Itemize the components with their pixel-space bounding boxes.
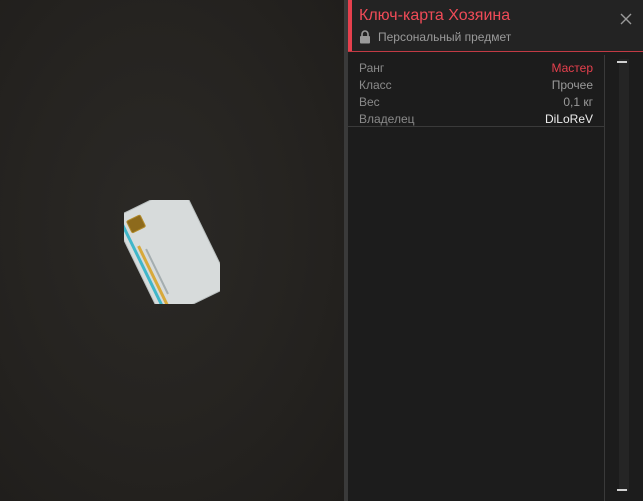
property-label: Класс [359,78,392,92]
item-subtitle: Персональный предмет [359,30,511,44]
property-row-rank: Ранг Мастер [359,61,593,78]
key-card-image [114,185,230,319]
close-button[interactable] [619,12,633,26]
scrollbar[interactable] [605,55,643,501]
item-header: Ключ-карта Хозяина Персональный предмет [348,0,643,52]
property-value: DiLoReV [544,112,593,126]
property-label: Ранг [359,61,385,75]
properties-area: Ранг Мастер Класс Прочее Вес 0,1 кг Влад… [348,55,605,501]
property-row-weight: Вес 0,1 кг [359,95,593,112]
item-subtitle-text: Персональный предмет [378,30,512,44]
item-inspect-window: Ключ-карта Хозяина Персональный предмет [0,0,643,501]
item-preview-viewport[interactable] [0,0,344,501]
lock-icon [359,30,371,44]
header-accent-bar [348,0,352,51]
property-row-class: Класс Прочее [359,78,593,95]
close-icon [620,13,632,25]
property-label: Вес [359,95,380,109]
properties-list: Ранг Мастер Класс Прочее Вес 0,1 кг Влад… [348,55,604,127]
key-card-model[interactable] [114,185,230,319]
item-title: Ключ-карта Хозяина [359,7,511,24]
item-info-panel: Ключ-карта Хозяина Персональный предмет [348,0,643,501]
scroll-track[interactable] [619,59,629,491]
property-row-owner: Владелец DiLoReV [359,112,593,129]
property-value: Мастер [551,61,593,75]
scroll-up-button[interactable] [617,61,627,63]
property-label: Владелец [359,112,415,126]
property-value: Прочее [551,78,593,92]
scroll-down-button[interactable] [617,489,627,491]
property-value: 0,1 кг [563,95,593,109]
